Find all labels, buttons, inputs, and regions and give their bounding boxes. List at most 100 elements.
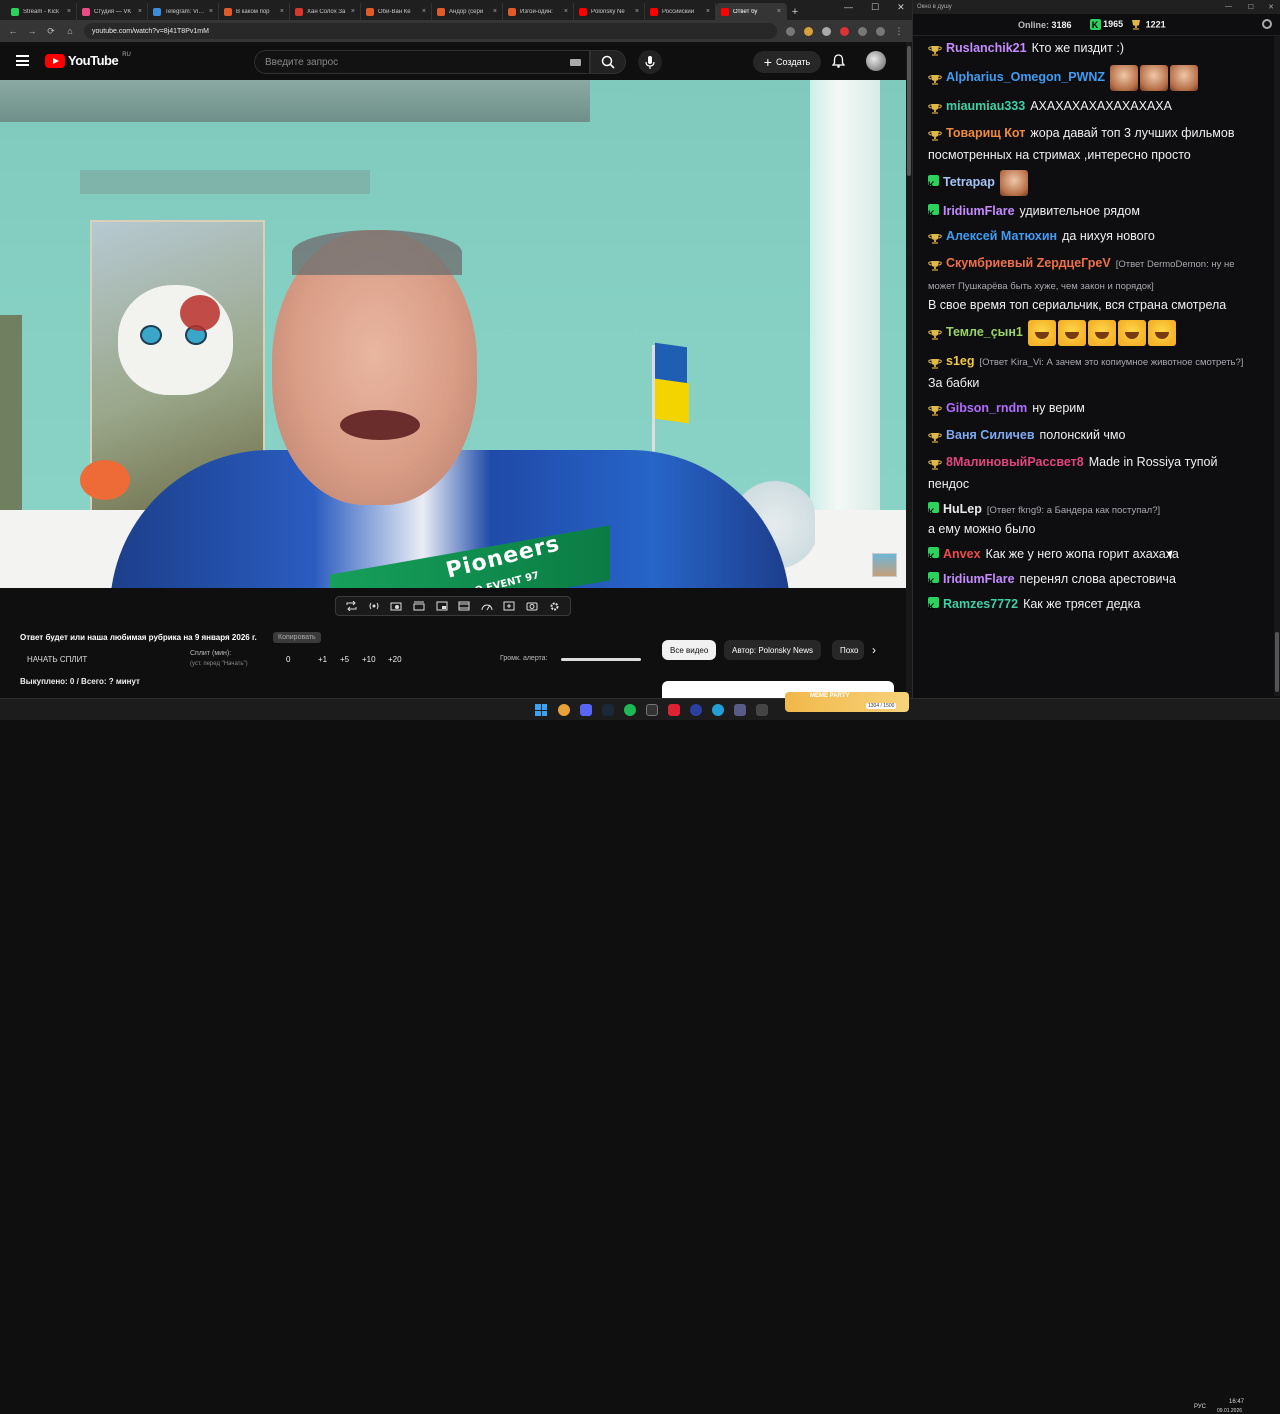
- alert-volume-slider[interactable]: [561, 658, 641, 661]
- chip-similar[interactable]: Похо: [832, 640, 864, 660]
- tab-close-icon[interactable]: ×: [209, 8, 213, 15]
- tab-close-icon[interactable]: ×: [422, 8, 426, 15]
- chip-author[interactable]: Автор: Polonsky News: [724, 640, 822, 660]
- chat-username[interactable]: Темле_çын1: [946, 325, 1023, 339]
- chat-username[interactable]: Ruslanchik21: [946, 41, 1027, 55]
- app-icon[interactable]: [690, 704, 702, 716]
- chat-username[interactable]: Ramzes7772: [943, 597, 1018, 611]
- browser-tab[interactable]: Андор (сери ×: [432, 3, 503, 20]
- loop-icon[interactable]: [344, 600, 358, 612]
- pip-icon[interactable]: [435, 600, 449, 612]
- chevron-right-icon[interactable]: ›: [872, 643, 876, 657]
- voice-search-button[interactable]: [638, 50, 662, 74]
- chip-all-videos[interactable]: Все видео: [662, 640, 717, 660]
- search-button[interactable]: [590, 50, 626, 74]
- browser-tab[interactable]: Polonsky Ne ×: [574, 3, 645, 20]
- chat-username[interactable]: Ваня Силичев: [946, 428, 1035, 442]
- start-split-button[interactable]: НАЧАТЬ СПЛИТ: [27, 655, 87, 664]
- chat-username[interactable]: Алексей Матюхин: [946, 229, 1057, 243]
- browser-tab[interactable]: Ответ бу ×: [716, 3, 787, 20]
- obs-icon[interactable]: [646, 704, 658, 716]
- chat-username[interactable]: s1eg: [946, 354, 975, 368]
- cinema-icon[interactable]: [457, 600, 471, 612]
- chat-username[interactable]: 8МалиновыйРассвет8: [946, 455, 1084, 469]
- reload-icon[interactable]: ⟳: [46, 26, 56, 37]
- search-input[interactable]: Введите запрос: [254, 50, 590, 74]
- tab-close-icon[interactable]: ×: [706, 8, 710, 15]
- chat-username[interactable]: Tetrapap: [943, 175, 995, 189]
- puzzle-icon[interactable]: [858, 26, 867, 36]
- extension-icon[interactable]: [822, 26, 831, 36]
- chat-username[interactable]: Alpharius_Omegon_PWNZ: [946, 70, 1105, 84]
- copy-title-button[interactable]: Копировать: [273, 632, 321, 643]
- minimize-icon[interactable]: —: [844, 2, 853, 13]
- channel-watermark[interactable]: [872, 553, 897, 577]
- tab-close-icon[interactable]: ×: [635, 8, 639, 15]
- settings-icon[interactable]: [1262, 19, 1272, 29]
- split-add-button[interactable]: +1: [318, 655, 327, 664]
- discord-icon[interactable]: [580, 704, 592, 716]
- add-marker-icon[interactable]: [502, 600, 516, 612]
- clock-time[interactable]: 16:47: [1229, 1399, 1244, 1405]
- close-icon[interactable]: ✕: [897, 2, 905, 13]
- clapper-icon[interactable]: [412, 600, 426, 612]
- create-button[interactable]: + Создать: [753, 51, 821, 73]
- chat-username[interactable]: Скумбриевый ZердцеГреV: [946, 256, 1111, 270]
- gear-icon[interactable]: [548, 600, 562, 612]
- chat-username[interactable]: HuLep: [943, 502, 982, 516]
- browser-tab[interactable]: Российский ×: [645, 3, 716, 20]
- close-icon[interactable]: ✕: [1268, 3, 1274, 11]
- extension-icon[interactable]: [804, 26, 813, 36]
- chat-username[interactable]: Gibson_rndm: [946, 401, 1027, 415]
- new-tab-button[interactable]: +: [787, 3, 803, 20]
- maximize-icon[interactable]: ☐: [871, 2, 879, 13]
- split-add-button[interactable]: +20: [388, 655, 402, 664]
- chat-username[interactable]: IridiumFlare: [943, 572, 1015, 586]
- extension-icon[interactable]: [840, 26, 849, 36]
- speed-icon[interactable]: [480, 600, 494, 612]
- chat-scrollbar[interactable]: [1274, 36, 1280, 696]
- tab-close-icon[interactable]: ×: [493, 8, 497, 15]
- clock-date[interactable]: 09.01.2026: [1217, 1408, 1242, 1414]
- youtube-logo[interactable]: YouTube RU: [45, 52, 131, 68]
- broadcast-icon[interactable]: [367, 600, 381, 612]
- chat-username[interactable]: miaumiau333: [946, 99, 1025, 113]
- avatar[interactable]: [866, 51, 886, 71]
- chat-username[interactable]: Товарищ Кот: [946, 126, 1025, 140]
- lang-indicator[interactable]: РУС: [1194, 1404, 1206, 1410]
- profile-icon[interactable]: [876, 26, 885, 36]
- minimize-icon[interactable]: —: [1225, 3, 1232, 10]
- browser-tab[interactable]: Студия — VK ×: [77, 3, 148, 20]
- browser-tab[interactable]: Хан Солох За ×: [290, 3, 361, 20]
- camera-icon[interactable]: [525, 600, 539, 612]
- view-icon[interactable]: [389, 600, 403, 612]
- tab-close-icon[interactable]: ×: [351, 8, 355, 15]
- windows-start-icon[interactable]: [535, 704, 547, 716]
- back-icon[interactable]: ←: [8, 26, 18, 36]
- browser-tab[interactable]: В каком пор ×: [219, 3, 290, 20]
- tab-close-icon[interactable]: ×: [564, 8, 568, 15]
- chat-username[interactable]: IridiumFlare: [943, 204, 1015, 218]
- chrome-icon[interactable]: [558, 704, 570, 716]
- hamburger-menu-icon[interactable]: [16, 55, 29, 66]
- app-icon[interactable]: [734, 704, 746, 716]
- telegram-icon[interactable]: [712, 704, 724, 716]
- tab-close-icon[interactable]: ×: [67, 8, 71, 15]
- browser-tab[interactable]: Изгой-один: ×: [503, 3, 574, 20]
- home-icon[interactable]: ⌂: [65, 26, 75, 36]
- keyboard-icon[interactable]: [570, 59, 581, 66]
- menu-dots-icon[interactable]: ⋮: [894, 26, 904, 37]
- chat-message-list[interactable]: Ruslanchik21 Кто же пиздит :) Alpharius_Om…: [913, 36, 1275, 696]
- extension-icon[interactable]: [786, 26, 795, 36]
- maximize-icon[interactable]: ☐: [1248, 3, 1254, 11]
- spotify-icon[interactable]: [624, 704, 636, 716]
- tab-close-icon[interactable]: ×: [138, 8, 142, 15]
- browser-tab[interactable]: Оби-Ван Ке ×: [361, 3, 432, 20]
- app-icon[interactable]: [756, 704, 768, 716]
- tab-close-icon[interactable]: ×: [777, 8, 781, 15]
- steam-icon[interactable]: [602, 704, 614, 716]
- split-add-button[interactable]: +5: [340, 655, 349, 664]
- tab-close-icon[interactable]: ×: [280, 8, 284, 15]
- bell-icon[interactable]: [832, 54, 845, 68]
- browser-tab[interactable]: Stream - Kick ×: [6, 3, 77, 20]
